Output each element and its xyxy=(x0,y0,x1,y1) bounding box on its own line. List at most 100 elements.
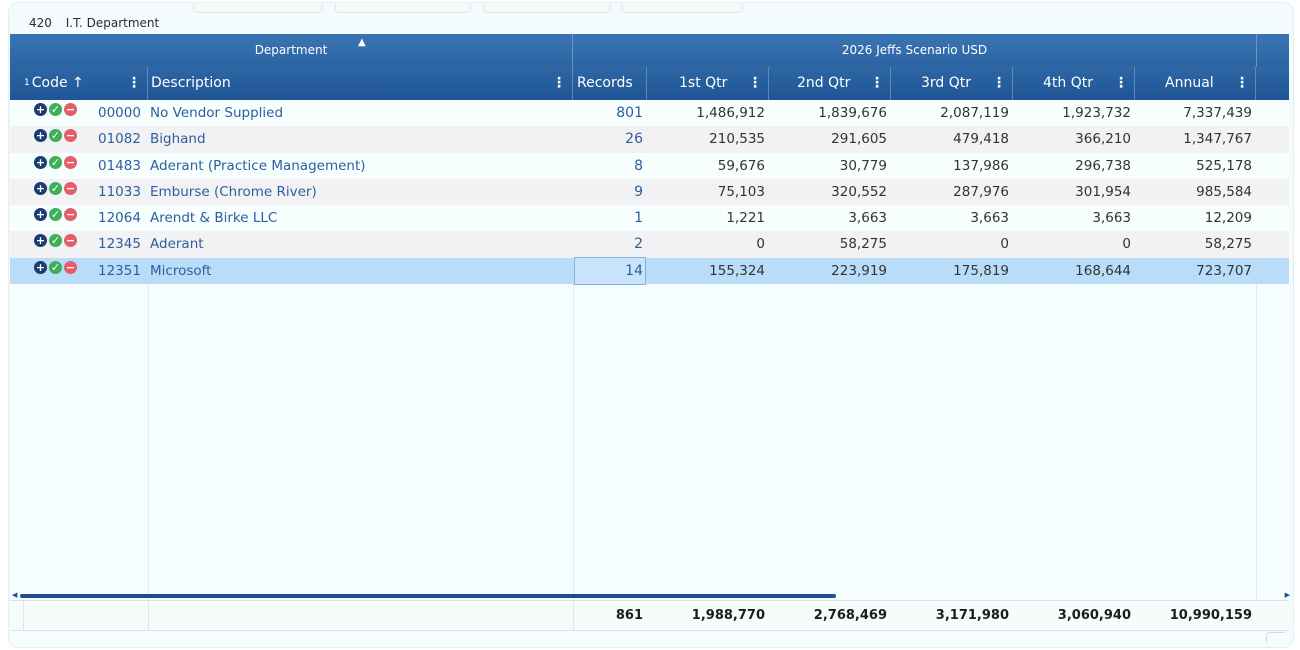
column-description-label: Description xyxy=(151,75,231,91)
cell-description[interactable]: Bighand xyxy=(150,126,570,152)
cell-code[interactable]: 12351 xyxy=(98,258,146,284)
cell-q2: 3,663 xyxy=(848,210,887,227)
cell-q3: 3,663 xyxy=(970,210,1009,227)
tab-3[interactable] xyxy=(483,3,611,13)
column-header-q1[interactable]: 1st Qtr ⋮ xyxy=(647,67,769,100)
column-header-q4[interactable]: 4th Qtr ⋮ xyxy=(1013,67,1135,100)
cell-q2: 1,839,676 xyxy=(818,105,887,121)
column-q4-label: 4th Qtr xyxy=(1043,75,1093,91)
cell-q2: 58,275 xyxy=(839,236,887,253)
cell-q1: 1,486,912 xyxy=(696,105,765,121)
reject-icon[interactable]: − xyxy=(64,155,77,169)
scrollbar-thumb[interactable] xyxy=(20,594,836,598)
cell-description[interactable]: Aderant (Practice Management) xyxy=(150,153,570,179)
column-header-description[interactable]: Description ⋮ xyxy=(148,67,573,100)
tab-2[interactable] xyxy=(335,3,471,13)
cell-records[interactable]: 1 xyxy=(575,205,645,231)
cell-code[interactable]: 11033 xyxy=(98,179,146,205)
totals-row: 861 1,988,770 2,768,469 3,171,980 3,060,… xyxy=(10,600,1289,631)
cell-description[interactable]: No Vendor Supplied xyxy=(150,100,570,126)
cell-q2: 30,779 xyxy=(839,157,887,174)
scroll-right-icon[interactable]: ▶ xyxy=(1285,591,1290,599)
table-row[interactable]: + ✓ − 01483 Aderant (Practice Management) 8 59… xyxy=(10,152,1289,179)
column-menu-icon[interactable]: ⋮ xyxy=(992,67,1006,100)
column-menu-icon[interactable]: ⋮ xyxy=(552,67,566,100)
reject-icon[interactable]: − xyxy=(64,103,77,116)
column-menu-icon[interactable]: ⋮ xyxy=(127,67,141,100)
cell-description[interactable]: Emburse (Chrome River) xyxy=(150,179,570,205)
add-icon[interactable]: + xyxy=(34,155,47,169)
cell-records[interactable]: 26 xyxy=(575,126,645,152)
cell-description[interactable]: Aderant xyxy=(150,231,570,257)
column-header-q2[interactable]: 2nd Qtr ⋮ xyxy=(769,67,891,100)
cell-description[interactable]: Arendt & Birke LLC xyxy=(150,205,570,231)
reject-icon[interactable]: − xyxy=(64,208,77,222)
table-row[interactable]: + ✓ − 12345 Aderant 2 0 58,275 0 0 58,275 xyxy=(10,231,1289,258)
cell-q1: 59,676 xyxy=(717,157,765,174)
column-menu-icon[interactable]: ⋮ xyxy=(870,67,884,100)
approve-icon[interactable]: ✓ xyxy=(49,129,62,143)
row-action-icons: + ✓ − xyxy=(34,208,79,224)
column-records-label: Records xyxy=(577,75,633,91)
reject-icon[interactable]: − xyxy=(64,181,77,195)
add-icon[interactable]: + xyxy=(34,103,47,116)
cell-records[interactable]: 801 xyxy=(575,100,645,126)
row-action-icons: + ✓ − xyxy=(34,103,79,119)
column-header-q3[interactable]: 3rd Qtr ⋮ xyxy=(891,67,1013,100)
column-q1-label: 1st Qtr xyxy=(679,75,728,91)
total-q2: 2,768,469 xyxy=(813,608,887,623)
cell-code[interactable]: 01082 xyxy=(98,126,146,152)
header-group-row: Department ▲ 2026 Jeffs Scenario USD xyxy=(10,34,1289,67)
cell-annual: 7,337,439 xyxy=(1183,105,1252,121)
cell-q2: 320,552 xyxy=(831,183,887,200)
reject-icon[interactable]: − xyxy=(64,234,77,248)
column-header-annual[interactable]: Annual ⋮ xyxy=(1135,67,1256,100)
column-header-code[interactable]: 1 Code ↑ ⋮ xyxy=(10,67,148,100)
table-row[interactable]: + ✓ − 11033 Emburse (Chrome River) 9 75,103 320… xyxy=(10,178,1289,206)
cell-records[interactable]: 14 xyxy=(574,256,646,285)
sort-order-index: 1 xyxy=(24,78,30,88)
cell-q4: 301,954 xyxy=(1075,183,1131,200)
add-icon[interactable]: + xyxy=(34,129,47,143)
add-icon[interactable]: + xyxy=(34,208,47,222)
cell-records[interactable]: 2 xyxy=(575,231,645,257)
tab-4[interactable] xyxy=(621,3,743,13)
approve-icon[interactable]: ✓ xyxy=(49,181,62,195)
table-row[interactable]: + ✓ − 01082 Bighand 26 210,535 291,605 479,418 36… xyxy=(10,126,1289,153)
approve-icon[interactable]: ✓ xyxy=(49,103,62,116)
table-row[interactable]: + ✓ − 00000 No Vendor Supplied 801 1,486,912 1,… xyxy=(10,100,1289,127)
department-breadcrumb: 420 I.T. Department xyxy=(29,16,159,30)
column-header-records[interactable]: Records xyxy=(573,67,647,100)
table-row[interactable]: + ✓ − 12064 Arendt & Birke LLC 1 1,221 3,663 3,6… xyxy=(10,205,1289,232)
column-menu-icon[interactable]: ⋮ xyxy=(1235,67,1249,100)
reject-icon[interactable]: − xyxy=(64,129,77,143)
cell-code[interactable]: 01483 xyxy=(98,153,146,179)
cell-q3: 137,986 xyxy=(953,157,1009,174)
table-row[interactable]: + ✓ − 12351 Microsoft 14 155,324 223,919 175,819… xyxy=(10,256,1289,285)
cell-q4: 1,923,732 xyxy=(1062,105,1131,121)
cell-records[interactable]: 9 xyxy=(575,179,645,205)
scroll-left-icon[interactable]: ◀ xyxy=(12,591,17,599)
total-q3: 3,171,980 xyxy=(935,608,1009,623)
total-annual: 10,990,159 xyxy=(1169,608,1252,623)
cell-code[interactable]: 12345 xyxy=(98,231,146,257)
tab-1[interactable] xyxy=(193,3,323,13)
approve-icon[interactable]: ✓ xyxy=(49,155,62,169)
add-icon[interactable]: + xyxy=(34,181,47,195)
reject-icon[interactable]: − xyxy=(64,260,77,274)
cell-code[interactable]: 00000 xyxy=(98,100,146,126)
cell-description[interactable]: Microsoft xyxy=(150,258,570,284)
cell-annual: 58,275 xyxy=(1204,236,1252,253)
resize-grip[interactable] xyxy=(1266,632,1285,643)
cell-code[interactable]: 12064 xyxy=(98,205,146,231)
grid-body: + ✓ −00000 No Vendor Supplied 801 1,486,912 1,… xyxy=(10,100,1289,285)
approve-icon[interactable]: ✓ xyxy=(49,260,62,274)
horizontal-scrollbar[interactable]: ◀ ▶ xyxy=(12,591,1290,599)
approve-icon[interactable]: ✓ xyxy=(49,208,62,222)
column-menu-icon[interactable]: ⋮ xyxy=(1114,67,1128,100)
add-icon[interactable]: + xyxy=(34,234,47,248)
add-icon[interactable]: + xyxy=(34,260,47,274)
cell-records[interactable]: 8 xyxy=(575,153,645,179)
approve-icon[interactable]: ✓ xyxy=(49,234,62,248)
column-menu-icon[interactable]: ⋮ xyxy=(748,67,762,100)
